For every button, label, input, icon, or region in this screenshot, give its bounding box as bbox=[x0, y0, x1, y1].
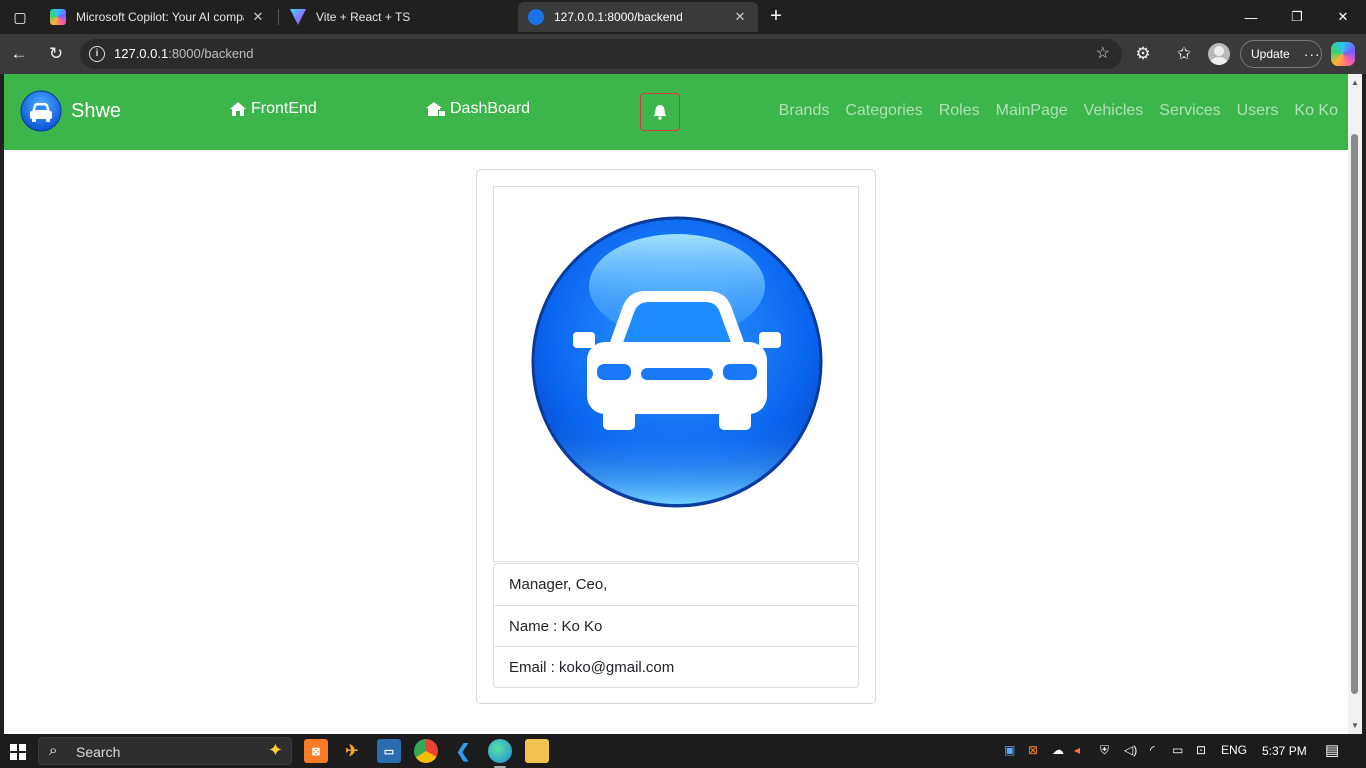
nav-dashboard-link[interactable]: DashBoard bbox=[426, 100, 530, 118]
edge-icon[interactable] bbox=[488, 739, 512, 768]
minimize-icon[interactable]: — bbox=[1228, 0, 1274, 34]
car-avatar-image bbox=[531, 216, 823, 508]
onedrive-icon[interactable]: ☁ bbox=[1052, 743, 1064, 757]
page-scrollbar[interactable]: ▲ ▼ bbox=[1348, 74, 1362, 734]
copilot-icon[interactable] bbox=[1331, 42, 1355, 66]
notification-button[interactable] bbox=[640, 93, 680, 131]
vlc-icon[interactable]: ◂ bbox=[1074, 743, 1080, 757]
browser-tab-strip: ▢ Microsoft Copilot: Your AI compa ✕ Vit… bbox=[0, 0, 1366, 34]
admin-menu: Brands Categories Roles MainPage Vehicle… bbox=[779, 102, 1338, 120]
favorite-star-icon[interactable]: ☆ bbox=[1096, 43, 1110, 63]
tab-title: Vite + React + TS bbox=[316, 10, 411, 24]
profile-name: Name : Ko Ko bbox=[494, 605, 858, 646]
windows-start-icon[interactable] bbox=[10, 744, 26, 760]
sparkle-icon: ✦ bbox=[267, 740, 283, 760]
language-indicator[interactable]: ENG bbox=[1221, 743, 1247, 757]
bird-app-icon[interactable]: ✈ bbox=[340, 739, 364, 763]
taskbar-search[interactable]: ⌕ Search ✦ bbox=[38, 737, 292, 765]
security-shield-icon[interactable]: ⛨ bbox=[1100, 743, 1109, 758]
tab-title: Microsoft Copilot: Your AI compa bbox=[76, 10, 244, 24]
copilot-favicon-icon bbox=[50, 9, 66, 25]
chrome-icon[interactable] bbox=[414, 739, 438, 763]
brand-name: Shwe bbox=[71, 99, 122, 122]
nav-user-menu[interactable]: Ko Ko bbox=[1294, 102, 1338, 120]
extensions-icon[interactable]: ⚙ bbox=[1130, 42, 1156, 66]
search-icon: ⌕ bbox=[49, 742, 58, 759]
browser-toolbar: ← ↻ i 127.0.0.1:8000/backend ☆ ⚙ ✩ Updat… bbox=[0, 34, 1366, 74]
search-label: Search bbox=[76, 744, 121, 760]
app-navbar: Shwe FrontEnd DashBoard Brands Categorie… bbox=[4, 74, 1348, 150]
nav-categories-link[interactable]: Categories bbox=[845, 102, 922, 120]
page-viewport: Shwe FrontEnd DashBoard Brands Categorie… bbox=[4, 74, 1348, 734]
site-favicon-icon bbox=[528, 9, 544, 25]
tray-app-icon[interactable]: ▣ bbox=[1004, 743, 1015, 757]
vscode-icon[interactable]: ❮ bbox=[451, 739, 475, 763]
tab-vite[interactable]: Vite + React + TS bbox=[280, 2, 516, 32]
nav-users-link[interactable]: Users bbox=[1237, 102, 1279, 120]
notifications-icon[interactable]: ▤ bbox=[1325, 741, 1339, 759]
scroll-up-icon[interactable]: ▲ bbox=[1350, 78, 1360, 87]
network-icon[interactable]: ⊡ bbox=[1196, 743, 1206, 757]
volume-icon[interactable]: ◁) bbox=[1124, 743, 1137, 757]
profile-roles: Manager, Ceo, bbox=[509, 576, 608, 593]
close-tab-icon[interactable]: ✕ bbox=[732, 9, 748, 25]
battery-icon[interactable]: ▭ bbox=[1172, 743, 1183, 757]
update-label: Update bbox=[1251, 47, 1290, 61]
favorites-icon[interactable]: ✩ bbox=[1171, 42, 1197, 66]
restore-icon[interactable]: ❐ bbox=[1274, 0, 1320, 34]
house-signal-icon bbox=[426, 102, 445, 116]
taskbar: ⌕ Search ✦ ⊠ ✈ ▭ ❮ ▣ ⊠ ☁ ◂ ⛨ ◁) ◜ ▭ ⊡ EN… bbox=[0, 734, 1366, 768]
address-bar[interactable]: i 127.0.0.1:8000/backend ☆ bbox=[80, 39, 1122, 69]
tab-copilot[interactable]: Microsoft Copilot: Your AI compa ✕ bbox=[40, 2, 276, 32]
profile-email: Email : koko@gmail.com bbox=[494, 646, 858, 687]
tab-title: 127.0.0.1:8000/backend bbox=[554, 10, 683, 24]
window-frame-right bbox=[1362, 74, 1366, 734]
brand[interactable]: Shwe bbox=[20, 90, 121, 132]
nav-services-link[interactable]: Services bbox=[1159, 102, 1220, 120]
scroll-down-icon[interactable]: ▼ bbox=[1350, 721, 1360, 730]
new-tab-button[interactable]: + bbox=[764, 5, 788, 27]
profile-details-list: Manager, Ceo, Name : Ko Ko Email : koko@… bbox=[493, 563, 859, 688]
close-window-icon[interactable]: ✕ bbox=[1320, 0, 1366, 34]
tab-actions-icon[interactable]: ▢ bbox=[6, 6, 34, 28]
profile-card: Manager, Ceo, Name : Ko Ko Email : koko@… bbox=[476, 169, 876, 704]
reload-icon[interactable]: ↻ bbox=[43, 42, 69, 66]
update-button[interactable]: Update ··· bbox=[1240, 40, 1322, 68]
profile-avatar-icon[interactable] bbox=[1208, 43, 1230, 65]
nav-frontend-label: FrontEnd bbox=[251, 100, 317, 117]
tab-backend[interactable]: 127.0.0.1:8000/backend ✕ bbox=[518, 2, 758, 32]
back-icon[interactable]: ← bbox=[6, 42, 32, 66]
profile-image-frame bbox=[493, 186, 859, 562]
xampp-icon[interactable]: ⊠ bbox=[304, 739, 328, 763]
nav-frontend-link[interactable]: FrontEnd bbox=[229, 100, 317, 118]
tray-xampp-icon[interactable]: ⊠ bbox=[1028, 743, 1038, 757]
tab-divider bbox=[278, 9, 279, 25]
home-icon bbox=[230, 102, 246, 116]
nav-mainpage-link[interactable]: MainPage bbox=[996, 102, 1068, 120]
vite-favicon-icon bbox=[290, 9, 306, 25]
close-tab-icon[interactable]: ✕ bbox=[250, 9, 266, 25]
bell-icon bbox=[653, 105, 667, 120]
nav-dashboard-label: DashBoard bbox=[450, 100, 531, 117]
car-logo-icon bbox=[20, 90, 62, 132]
site-info-icon[interactable]: i bbox=[89, 46, 105, 62]
nav-vehicles-link[interactable]: Vehicles bbox=[1084, 102, 1144, 120]
wifi-icon[interactable]: ◜ bbox=[1150, 743, 1155, 757]
taskbar-clock[interactable]: 5:37 PM bbox=[1262, 744, 1307, 758]
desktop-app-icon[interactable]: ▭ bbox=[377, 739, 401, 763]
scrollbar-thumb[interactable] bbox=[1351, 134, 1358, 694]
more-menu-icon[interactable]: ··· bbox=[1304, 46, 1321, 62]
nav-brands-link[interactable]: Brands bbox=[779, 102, 830, 120]
file-explorer-icon[interactable] bbox=[525, 739, 549, 763]
url-text: 127.0.0.1:8000/backend bbox=[114, 46, 254, 61]
nav-roles-link[interactable]: Roles bbox=[939, 102, 980, 120]
